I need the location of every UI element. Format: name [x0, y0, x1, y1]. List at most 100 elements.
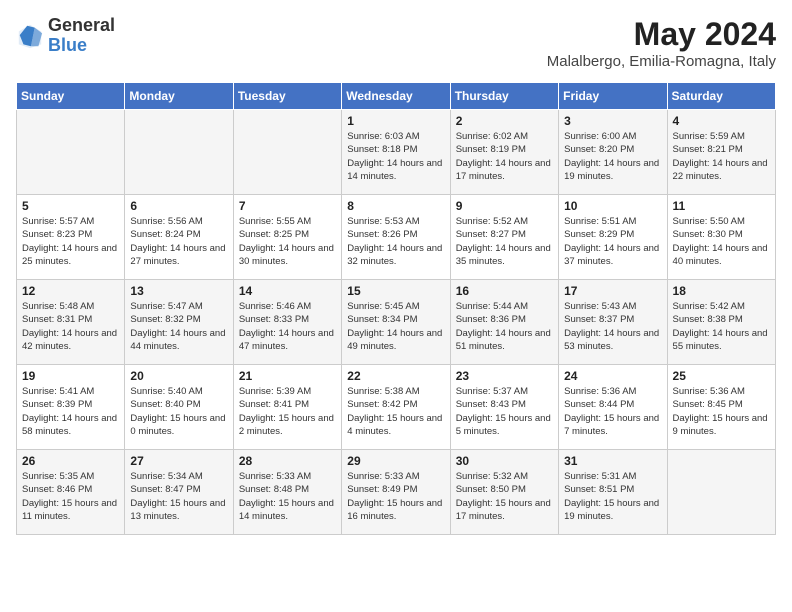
day-number: 27	[130, 454, 227, 468]
title-block: May 2024 Malalbergo, Emilia-Romagna, Ita…	[547, 16, 776, 70]
calendar-cell: 25Sunrise: 5:36 AM Sunset: 8:45 PM Dayli…	[667, 365, 775, 450]
day-info: Sunrise: 5:33 AM Sunset: 8:49 PM Dayligh…	[347, 470, 444, 523]
day-info: Sunrise: 5:47 AM Sunset: 8:32 PM Dayligh…	[130, 300, 227, 353]
calendar-cell: 31 Sunrise: 5:31 AM Sunset: 8:51 PM Dayli…	[559, 450, 667, 535]
calendar-cell: 20 Sunrise: 5:40 AM Sunset: 8:40 PM Dayli…	[125, 365, 233, 450]
calendar-cell	[125, 110, 233, 195]
day-info: Sunrise: 6:00 AM Sunset: 8:20 PM Dayligh…	[564, 130, 661, 183]
weekday-header: Monday	[125, 83, 233, 110]
calendar-cell: 18 Sunrise: 5:42 AM Sunset: 8:38 PM Dayli…	[667, 280, 775, 365]
day-number: 26	[22, 454, 119, 468]
day-number: 31	[564, 454, 661, 468]
day-info: Sunrise: 5:31 AM Sunset: 8:51 PM Dayligh…	[564, 470, 661, 523]
day-info: Sunrise: 6:03 AM Sunset: 8:18 PM Dayligh…	[347, 130, 444, 183]
calendar-cell: 16 Sunrise: 5:44 AM Sunset: 8:36 PM Dayli…	[450, 280, 558, 365]
day-info: Sunrise: 6:02 AM Sunset: 8:19 PM Dayligh…	[456, 130, 553, 183]
day-number: 24	[564, 369, 661, 383]
calendar-header: SundayMondayTuesdayWednesdayThursdayFrid…	[17, 83, 776, 110]
calendar-cell: 29 Sunrise: 5:33 AM Sunset: 8:49 PM Dayli…	[342, 450, 450, 535]
calendar-cell: 5 Sunrise: 5:57 AM Sunset: 8:23 PM Daylig…	[17, 195, 125, 280]
calendar-cell: 14 Sunrise: 5:46 AM Sunset: 8:33 PM Dayli…	[233, 280, 341, 365]
day-number: 15	[347, 284, 444, 298]
calendar-cell: 21Sunrise: 5:39 AM Sunset: 8:41 PM Dayli…	[233, 365, 341, 450]
day-info: Sunrise: 5:52 AM Sunset: 8:27 PM Dayligh…	[456, 215, 553, 268]
day-info: Sunrise: 5:51 AM Sunset: 8:29 PM Dayligh…	[564, 215, 661, 268]
calendar-cell: 24 Sunrise: 5:36 AM Sunset: 8:44 PM Dayli…	[559, 365, 667, 450]
calendar-cell: 13Sunrise: 5:47 AM Sunset: 8:32 PM Dayli…	[125, 280, 233, 365]
day-number: 1	[347, 114, 444, 128]
calendar-cell: 19 Sunrise: 5:41 AM Sunset: 8:39 PM Dayli…	[17, 365, 125, 450]
month-title: May 2024	[547, 16, 776, 53]
day-info: Sunrise: 5:39 AM Sunset: 8:41 PM Dayligh…	[239, 385, 336, 438]
weekday-header: Friday	[559, 83, 667, 110]
location-title: Malalbergo, Emilia-Romagna, Italy	[547, 53, 776, 70]
day-info: Sunrise: 5:40 AM Sunset: 8:40 PM Dayligh…	[130, 385, 227, 438]
logo-blue-text: Blue	[48, 36, 115, 56]
day-number: 29	[347, 454, 444, 468]
calendar-cell: 4Sunrise: 5:59 AM Sunset: 8:21 PM Daylig…	[667, 110, 775, 195]
day-number: 22	[347, 369, 444, 383]
day-info: Sunrise: 5:56 AM Sunset: 8:24 PM Dayligh…	[130, 215, 227, 268]
day-info: Sunrise: 5:34 AM Sunset: 8:47 PM Dayligh…	[130, 470, 227, 523]
day-info: Sunrise: 5:42 AM Sunset: 8:38 PM Dayligh…	[673, 300, 770, 353]
day-info: Sunrise: 5:57 AM Sunset: 8:23 PM Dayligh…	[22, 215, 119, 268]
calendar-cell: 23 Sunrise: 5:37 AM Sunset: 8:43 PM Dayli…	[450, 365, 558, 450]
weekday-header: Thursday	[450, 83, 558, 110]
calendar-cell: 17Sunrise: 5:43 AM Sunset: 8:37 PM Dayli…	[559, 280, 667, 365]
calendar-cell: 6 Sunrise: 5:56 AM Sunset: 8:24 PM Daylig…	[125, 195, 233, 280]
day-number: 5	[22, 199, 119, 213]
day-number: 20	[130, 369, 227, 383]
day-info: Sunrise: 5:36 AM Sunset: 8:44 PM Dayligh…	[564, 385, 661, 438]
day-number: 23	[456, 369, 553, 383]
day-number: 6	[130, 199, 227, 213]
calendar-cell: 8 Sunrise: 5:53 AM Sunset: 8:26 PM Daylig…	[342, 195, 450, 280]
calendar-cell: 12 Sunrise: 5:48 AM Sunset: 8:31 PM Dayli…	[17, 280, 125, 365]
weekday-header: Sunday	[17, 83, 125, 110]
weekday-header: Wednesday	[342, 83, 450, 110]
day-number: 19	[22, 369, 119, 383]
calendar-cell	[667, 450, 775, 535]
day-info: Sunrise: 5:45 AM Sunset: 8:34 PM Dayligh…	[347, 300, 444, 353]
calendar-cell: 28 Sunrise: 5:33 AM Sunset: 8:48 PM Dayli…	[233, 450, 341, 535]
day-info: Sunrise: 5:33 AM Sunset: 8:48 PM Dayligh…	[239, 470, 336, 523]
calendar-table: SundayMondayTuesdayWednesdayThursdayFrid…	[16, 82, 776, 535]
page-header: General Blue May 2024 Malalbergo, Emilia…	[16, 16, 776, 70]
day-info: Sunrise: 5:36 AM Sunset: 8:45 PM Dayligh…	[673, 385, 770, 438]
day-number: 12	[22, 284, 119, 298]
calendar-cell: 26 Sunrise: 5:35 AM Sunset: 8:46 PM Dayli…	[17, 450, 125, 535]
logo-general-text: General	[48, 16, 115, 36]
day-info: Sunrise: 5:46 AM Sunset: 8:33 PM Dayligh…	[239, 300, 336, 353]
calendar-cell	[233, 110, 341, 195]
day-number: 4	[673, 114, 770, 128]
calendar-cell: 22 Sunrise: 5:38 AM Sunset: 8:42 PM Dayli…	[342, 365, 450, 450]
logo-icon	[16, 22, 44, 50]
day-number: 14	[239, 284, 336, 298]
day-info: Sunrise: 5:35 AM Sunset: 8:46 PM Dayligh…	[22, 470, 119, 523]
calendar-cell: 1 Sunrise: 6:03 AM Sunset: 8:18 PM Daylig…	[342, 110, 450, 195]
day-info: Sunrise: 5:48 AM Sunset: 8:31 PM Dayligh…	[22, 300, 119, 353]
day-info: Sunrise: 5:38 AM Sunset: 8:42 PM Dayligh…	[347, 385, 444, 438]
day-info: Sunrise: 5:37 AM Sunset: 8:43 PM Dayligh…	[456, 385, 553, 438]
day-number: 11	[673, 199, 770, 213]
day-info: Sunrise: 5:44 AM Sunset: 8:36 PM Dayligh…	[456, 300, 553, 353]
calendar-cell: 2Sunrise: 6:02 AM Sunset: 8:19 PM Daylig…	[450, 110, 558, 195]
day-info: Sunrise: 5:53 AM Sunset: 8:26 PM Dayligh…	[347, 215, 444, 268]
day-number: 10	[564, 199, 661, 213]
logo: General Blue	[16, 16, 115, 56]
calendar-cell: 15 Sunrise: 5:45 AM Sunset: 8:34 PM Dayli…	[342, 280, 450, 365]
calendar-cell: 7 Sunrise: 5:55 AM Sunset: 8:25 PM Daylig…	[233, 195, 341, 280]
calendar-cell: 11 Sunrise: 5:50 AM Sunset: 8:30 PM Dayli…	[667, 195, 775, 280]
day-info: Sunrise: 5:55 AM Sunset: 8:25 PM Dayligh…	[239, 215, 336, 268]
weekday-header: Saturday	[667, 83, 775, 110]
day-number: 18	[673, 284, 770, 298]
day-number: 16	[456, 284, 553, 298]
day-info: Sunrise: 5:50 AM Sunset: 8:30 PM Dayligh…	[673, 215, 770, 268]
day-number: 3	[564, 114, 661, 128]
day-number: 30	[456, 454, 553, 468]
day-number: 28	[239, 454, 336, 468]
day-info: Sunrise: 5:43 AM Sunset: 8:37 PM Dayligh…	[564, 300, 661, 353]
day-number: 7	[239, 199, 336, 213]
calendar-cell: 27 Sunrise: 5:34 AM Sunset: 8:47 PM Dayli…	[125, 450, 233, 535]
day-info: Sunrise: 5:41 AM Sunset: 8:39 PM Dayligh…	[22, 385, 119, 438]
day-number: 8	[347, 199, 444, 213]
